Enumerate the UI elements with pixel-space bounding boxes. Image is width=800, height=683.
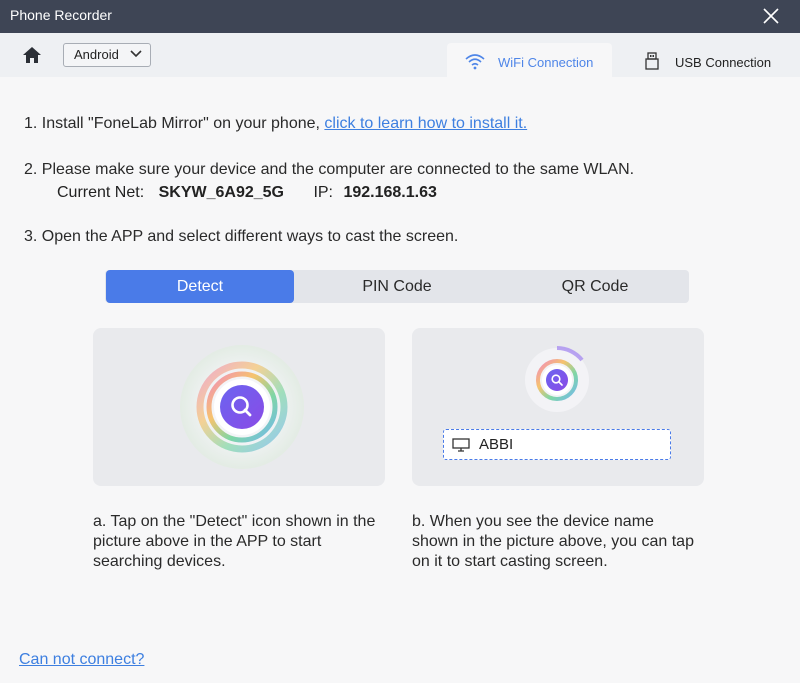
device-description: b. When you see the device name shown in… xyxy=(412,513,694,570)
network-info: Current Net: SKYW_6A92_5G IP: 192.168.1.… xyxy=(57,184,437,202)
detect-description: a. Tap on the "Detect" icon shown in the… xyxy=(93,513,376,570)
monitor-icon xyxy=(452,438,470,452)
tab-detect[interactable]: Detect xyxy=(106,270,294,303)
toolbar: Android WiFi Connection USB Connection xyxy=(0,33,800,77)
device-list-item[interactable]: ABBI xyxy=(443,429,671,460)
ip-value: 192.168.1.63 xyxy=(343,184,437,201)
step-1: 1. Install "FoneLab Mirror" on your phon… xyxy=(24,115,527,133)
os-select[interactable]: Android xyxy=(63,43,151,67)
wifi-icon xyxy=(465,54,485,70)
tab-wifi-label: WiFi Connection xyxy=(498,55,594,70)
os-select-value: Android xyxy=(74,47,119,62)
current-net-value: SKYW_6A92_5G xyxy=(158,184,284,201)
close-icon[interactable] xyxy=(760,5,782,27)
device-list-illustration-card: ABBI xyxy=(412,328,704,486)
cannot-connect-link[interactable]: Can not connect? xyxy=(19,651,144,669)
window-title: Phone Recorder xyxy=(10,7,112,23)
step-3: 3. Open the APP and select different way… xyxy=(24,228,459,245)
home-icon[interactable] xyxy=(22,45,42,65)
title-bar: Phone Recorder xyxy=(0,0,800,33)
step-1-text: 1. Install "FoneLab Mirror" on your phon… xyxy=(24,115,325,132)
detect-illustration-card xyxy=(93,328,385,486)
tab-pin-code[interactable]: PIN Code xyxy=(303,270,491,303)
step-2: 2. Please make sure your device and the … xyxy=(24,161,635,178)
tab-usb-label: USB Connection xyxy=(675,55,772,70)
usb-icon xyxy=(645,52,659,70)
tab-usb-connection[interactable]: USB Connection xyxy=(640,43,790,77)
current-net-label: Current Net: xyxy=(57,184,145,201)
chevron-down-icon xyxy=(130,50,142,58)
install-help-link[interactable]: click to learn how to install it. xyxy=(324,115,527,132)
detect-small-icon xyxy=(525,345,589,412)
tab-qr-code[interactable]: QR Code xyxy=(501,270,689,303)
device-name: ABBI xyxy=(479,436,514,453)
detect-icon xyxy=(180,345,304,469)
cast-method-tabs: Detect PIN Code QR Code xyxy=(105,270,689,303)
tab-wifi-connection[interactable]: WiFi Connection xyxy=(447,43,612,77)
ip-label: IP: xyxy=(313,184,333,201)
